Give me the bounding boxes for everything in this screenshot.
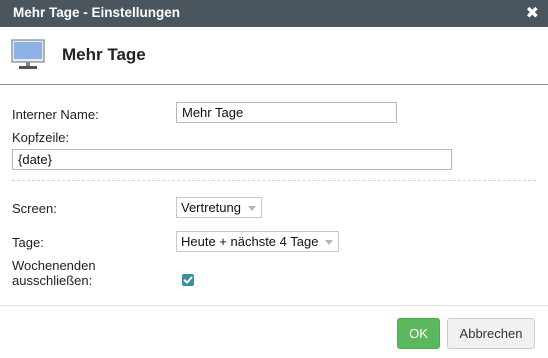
days-select[interactable]: Heute + nächste 4 Tage <box>176 231 340 252</box>
days-select-value: Heute + nächste 4 Tage <box>181 234 319 249</box>
screen-label: Screen: <box>12 201 57 216</box>
page-title: Mehr Tage <box>62 45 146 64</box>
screen-select[interactable]: Vertretung <box>176 197 262 218</box>
screen-select-value: Vertretung <box>181 200 241 215</box>
days-label: Tage: <box>12 235 44 250</box>
monitor-icon <box>11 39 45 69</box>
footer-divider <box>0 305 548 306</box>
internal-name-label: Interner Name: <box>12 107 99 122</box>
close-icon[interactable]: ✖ <box>526 3 539 23</box>
dialog-title: Mehr Tage - Einstellungen <box>13 5 181 20</box>
dialog-header: Mehr Tage <box>0 27 548 85</box>
checkmark-icon <box>183 276 193 284</box>
chevron-down-icon <box>325 240 334 245</box>
header-line-input[interactable]: {date} <box>12 149 452 170</box>
internal-name-input[interactable]: Mehr Tage <box>176 102 397 123</box>
cancel-button[interactable]: Abbrechen <box>447 318 535 349</box>
exclude-weekends-checkbox[interactable] <box>182 274 194 286</box>
ok-button[interactable]: OK <box>397 318 440 349</box>
exclude-weekends-label-line1: Wochenenden <box>12 258 96 273</box>
dialog-titlebar: Mehr Tage - Einstellungen ✖ <box>0 0 548 27</box>
chevron-down-icon <box>248 206 256 211</box>
section-divider <box>12 180 536 181</box>
exclude-weekends-label-line2: ausschließen: <box>12 273 93 288</box>
header-line-label: Kopfzeile: <box>12 130 70 145</box>
